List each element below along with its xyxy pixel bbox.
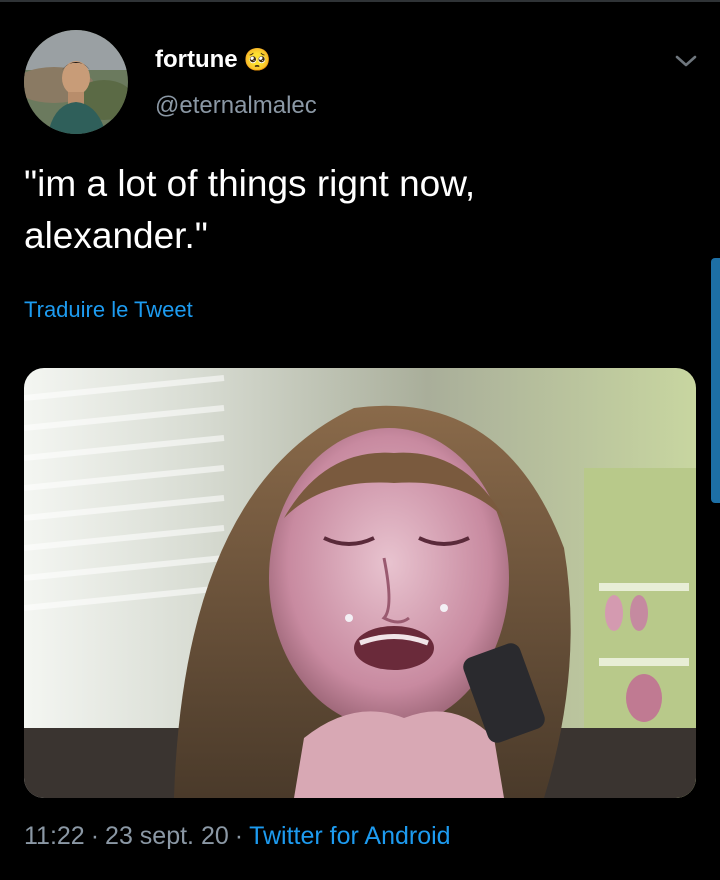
scroll-indicator[interactable] xyxy=(711,258,720,503)
author-display-name[interactable]: fortune 🥺 xyxy=(155,46,271,74)
meta-separator: · xyxy=(234,822,244,850)
tweet-text: "im a lot of things rignt now, alexander… xyxy=(24,163,476,256)
author-avatar[interactable] xyxy=(24,30,128,134)
display-name-text: fortune xyxy=(155,46,238,73)
author-handle[interactable]: @eternalmalec xyxy=(155,92,317,120)
tweet-meta: 11:22 · 23 sept. 20 · Twitter for Android xyxy=(24,822,451,851)
tweet-date: 23 sept. 20 xyxy=(105,822,229,850)
tweet-media-photo[interactable] xyxy=(24,368,696,798)
translate-tweet-link[interactable]: Traduire le Tweet xyxy=(24,297,193,323)
meta-separator: · xyxy=(90,822,100,850)
tweet-time: 11:22 xyxy=(24,822,85,850)
tweet-menu-button[interactable] xyxy=(672,50,700,72)
top-divider xyxy=(0,0,720,2)
avatar-image xyxy=(24,30,128,134)
pleading-face-emoji-icon: 🥺 xyxy=(243,47,272,72)
tweet-source-link[interactable]: Twitter for Android xyxy=(249,822,450,850)
chevron-down-icon xyxy=(675,55,697,67)
photo-crying-person xyxy=(24,368,696,798)
